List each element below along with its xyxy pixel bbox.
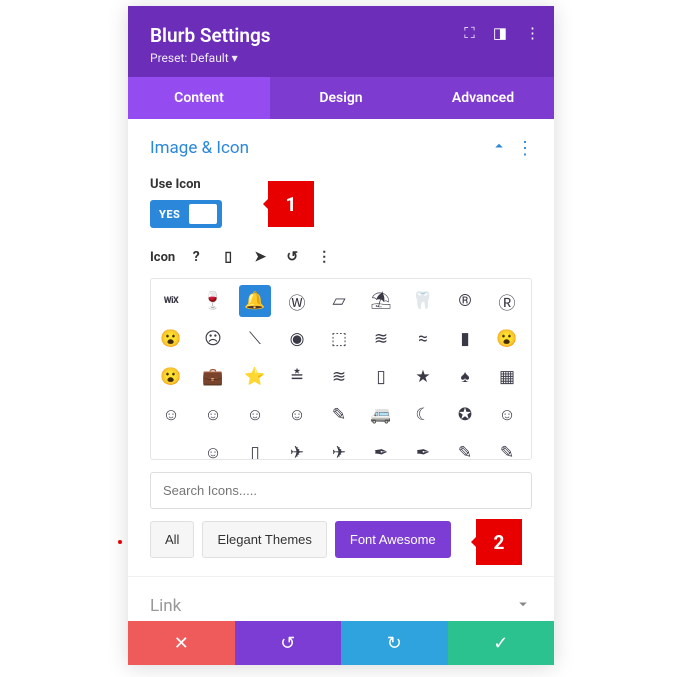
callout-1: 1 (268, 181, 314, 227)
filter-elegant-themes[interactable]: Elegant Themes (202, 521, 326, 558)
reset-icon[interactable]: ↺ (281, 246, 303, 268)
collapse-controls: ⋮ (490, 137, 532, 159)
icon-option[interactable]: ▯ (239, 437, 271, 460)
icon-toolbar: ? ▯ ➤ ↺ ⋮ (185, 246, 335, 268)
icon-option[interactable]: 😮 (491, 323, 523, 355)
icon-option[interactable]: 🔔 (239, 285, 271, 317)
modal-footer: ✕ ↺ ↻ ✓ (128, 621, 554, 665)
search-icons-input[interactable] (150, 472, 532, 509)
icon-option[interactable]: Ⓦ (281, 285, 313, 317)
icon-option[interactable]: WiX (155, 285, 187, 317)
preset-selector[interactable]: Preset: Default ▾ (150, 51, 532, 65)
expand-icon[interactable]: ⛶ (464, 24, 475, 42)
icon-option[interactable]: ♠ (449, 361, 481, 393)
icon-option[interactable]: ⟍ (239, 323, 271, 355)
section-more-icon[interactable]: ⋮ (516, 138, 532, 159)
section-image-icon: Image & Icon ⋮ Use Icon YES Icon ? ▯ ➤ ↺ (128, 119, 554, 576)
tab-design[interactable]: Design (270, 77, 412, 119)
icon-option[interactable]: ✎ (491, 437, 523, 460)
icon-option[interactable]: ▮ (449, 323, 481, 355)
more-icon[interactable]: ⋮ (525, 24, 540, 42)
icon-option[interactable]: ⭐ (239, 361, 271, 393)
filter-all[interactable]: All (150, 521, 194, 558)
icon-option[interactable]: ✈ (281, 437, 313, 460)
confirm-button[interactable]: ✓ (448, 621, 555, 665)
icon-option[interactable]: ✪ (449, 399, 481, 431)
icon-option[interactable]: ☺ (197, 399, 229, 431)
icon-option[interactable]: ☺ (239, 399, 271, 431)
icon-option[interactable]: ≋ (323, 361, 355, 393)
icon-option[interactable]: ◉ (281, 323, 313, 355)
layout-icon[interactable]: ◨ (493, 24, 507, 42)
icon-label: Icon (150, 250, 175, 265)
icon-option[interactable]: ✒ (365, 437, 397, 460)
use-icon-label: Use Icon (150, 177, 532, 192)
icon-picker[interactable]: WiX 🍷 🔔 Ⓦ ▱ ⛱ 🦷 ® Ⓡ 😮 ☹ ⟍ ◉ ⬚ ≋ ≈ ▮ 😮 😮 💼 ⭐ ≛ ≋ ▯ ★ ♠ ▦ ☺ ☺ ☺ ☺ ✎ 🚐 ☾ ✪ ☺ ☺ ▯… (150, 278, 532, 460)
icon-option[interactable]: ☺ (197, 437, 229, 460)
icon-option[interactable]: 🦷 (407, 285, 439, 317)
icon-option[interactable]: ⬚ (323, 323, 355, 355)
close-button[interactable]: ✕ (128, 621, 235, 665)
icon-option[interactable]: ✈ (323, 437, 355, 460)
icon-option[interactable]: Ⓡ (491, 285, 523, 317)
indicator-dot (118, 540, 122, 544)
icon-option[interactable]: ★ (407, 361, 439, 393)
icon-option[interactable]: ☺ (281, 399, 313, 431)
icon-option[interactable]: ✎ (323, 399, 355, 431)
tab-content[interactable]: Content (128, 77, 270, 119)
filter-font-awesome[interactable]: Font Awesome (335, 521, 451, 558)
icon-field-header: Icon ? ▯ ➤ ↺ ⋮ (150, 246, 532, 268)
icon-option[interactable]: ≈ (407, 323, 439, 355)
cursor-icon[interactable]: ➤ (249, 246, 271, 268)
chevron-down-icon (514, 595, 532, 617)
icon-option[interactable]: ☾ (407, 399, 439, 431)
link-title: Link (150, 596, 181, 616)
icon-option[interactable]: 💼 (197, 361, 229, 393)
callout-2: 2 (476, 519, 522, 565)
undo-button[interactable]: ↺ (235, 621, 342, 665)
chevron-up-icon[interactable] (490, 137, 508, 159)
toolbar-more-icon[interactable]: ⋮ (313, 246, 335, 268)
icon-option[interactable]: ≋ (365, 323, 397, 355)
icon-option[interactable] (155, 437, 187, 460)
icon-option[interactable]: 😮 (155, 361, 187, 393)
icon-option[interactable]: 🚐 (365, 399, 397, 431)
help-icon[interactable]: ? (185, 246, 207, 268)
icon-option[interactable]: 🍷 (197, 285, 229, 317)
toggle-yes-text: YES (155, 208, 180, 221)
section-title: Image & Icon (150, 138, 249, 158)
icon-option[interactable]: ▯ (365, 361, 397, 393)
icon-option[interactable]: ≛ (281, 361, 313, 393)
use-icon-toggle[interactable]: YES (150, 200, 222, 228)
mobile-icon[interactable]: ▯ (217, 246, 239, 268)
icon-option[interactable]: 😮 (155, 323, 187, 355)
icon-option[interactable]: ⛱ (365, 285, 397, 317)
icon-option[interactable]: ✎ (449, 437, 481, 460)
icon-option[interactable]: ☺ (491, 399, 523, 431)
tabs: Content Design Advanced (128, 77, 554, 119)
tab-advanced[interactable]: Advanced (412, 77, 554, 119)
header-actions: ⛶ ◨ ⋮ (464, 24, 540, 42)
icon-option[interactable]: ✒ (407, 437, 439, 460)
icon-option[interactable]: ▱ (323, 285, 355, 317)
icon-option[interactable]: ☺ (155, 399, 187, 431)
icon-option[interactable]: ☹ (197, 323, 229, 355)
icon-option[interactable]: ® (449, 285, 481, 317)
icon-option[interactable]: ▦ (491, 361, 523, 393)
redo-button[interactable]: ↻ (341, 621, 448, 665)
blurb-settings-modal: Blurb Settings Preset: Default ▾ ⛶ ◨ ⋮ C… (128, 6, 554, 665)
section-header[interactable]: Image & Icon ⋮ (150, 137, 532, 159)
section-link[interactable]: Link (128, 576, 554, 621)
modal-header: Blurb Settings Preset: Default ▾ ⛶ ◨ ⋮ (128, 6, 554, 77)
toggle-knob (189, 204, 217, 224)
